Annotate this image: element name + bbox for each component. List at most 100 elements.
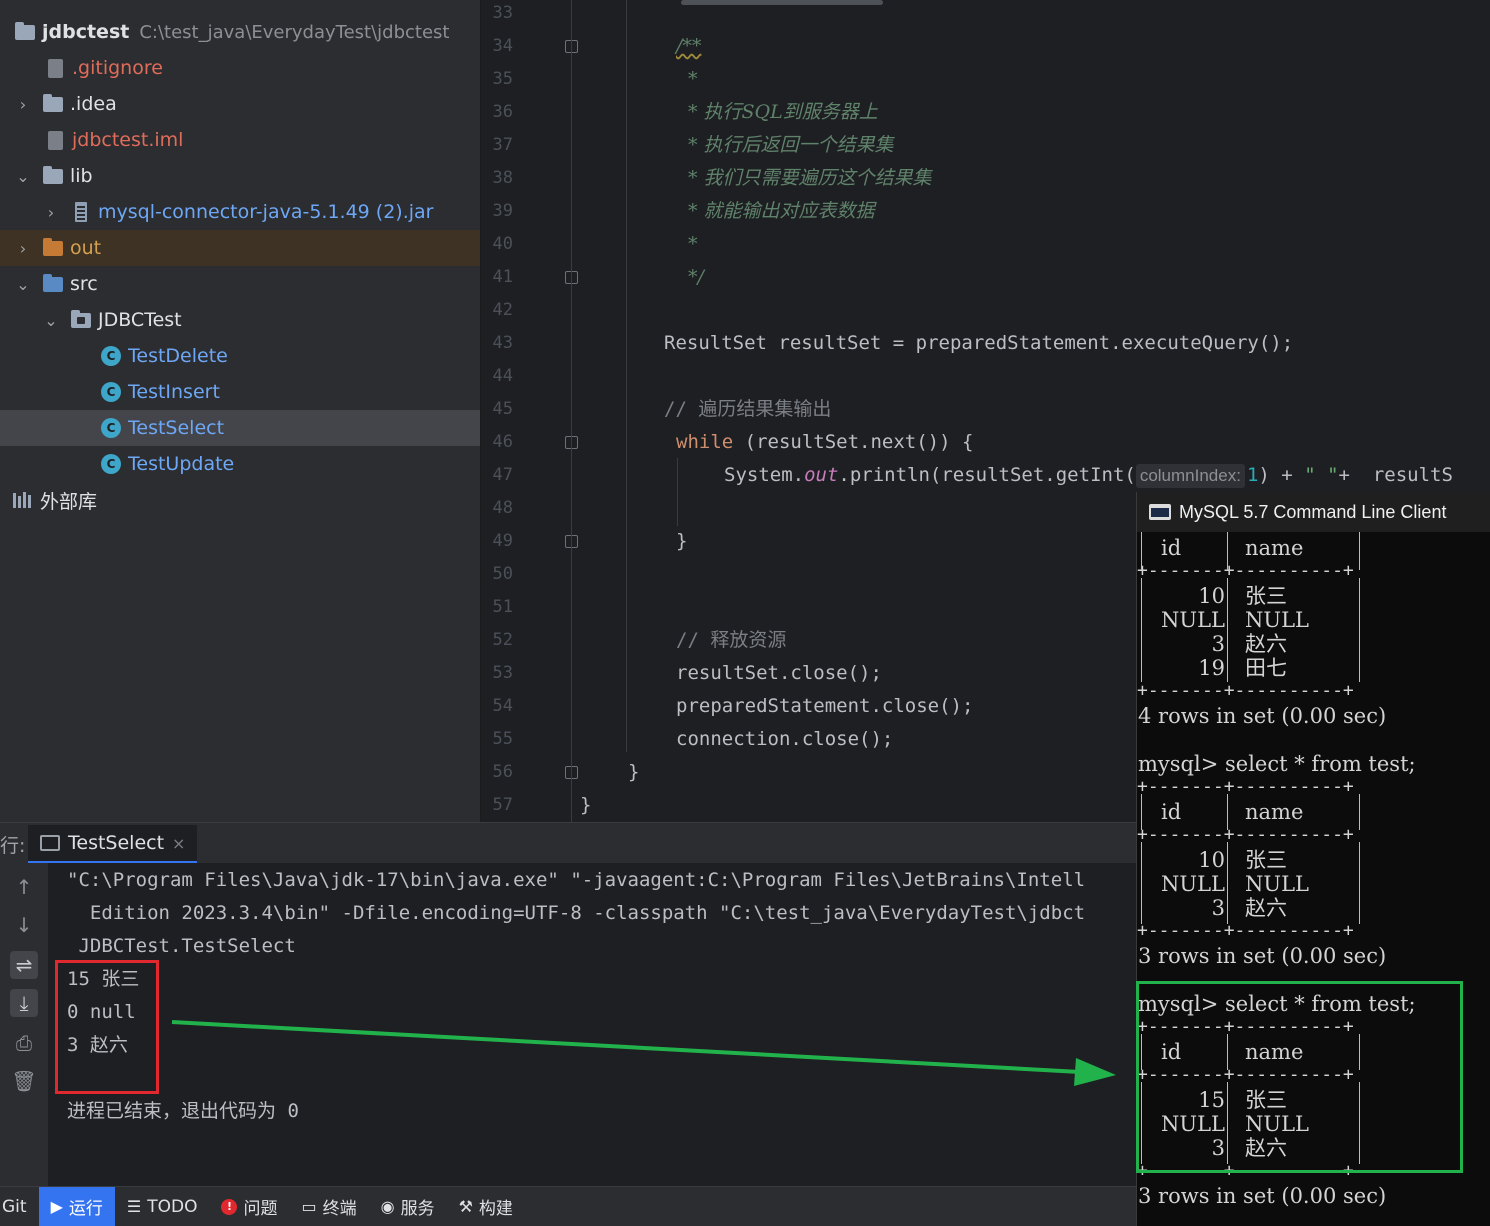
- indent-guide: [677, 458, 678, 526]
- tree-item-out[interactable]: › out: [0, 230, 480, 266]
- soft-wrap-icon[interactable]: ⇌: [10, 951, 38, 979]
- highlight-box-red: [55, 960, 159, 1094]
- tree-item-label: 外部库: [40, 490, 98, 513]
- chevron-down-icon[interactable]: ⌄: [14, 167, 32, 186]
- tree-project-root[interactable]: jdbctest C:\test_java\EverydayTest\jdbct…: [0, 14, 480, 50]
- code-line-41: */: [688, 266, 704, 288]
- table-border: +-------+----------+: [1137, 824, 1354, 845]
- tree-item-testselect[interactable]: C TestSelect: [0, 410, 480, 446]
- line-number: 38: [492, 168, 513, 188]
- tree-item-idea[interactable]: › .idea: [0, 86, 480, 122]
- console-line: Edition 2023.3.4\bin" -Dfile.encoding=UT…: [67, 902, 1086, 924]
- tree-item-testupdate[interactable]: C TestUpdate: [0, 446, 480, 482]
- table-border: +-------+----------+: [1137, 920, 1354, 941]
- tree-item-gitignore[interactable]: .gitignore: [0, 50, 480, 86]
- play-icon: ▶: [50, 1197, 63, 1216]
- trash-icon[interactable]: 🗑: [10, 1067, 38, 1095]
- cell-name: 赵六: [1245, 896, 1287, 920]
- project-path: C:\test_java\EverydayTest\jdbctest: [139, 21, 450, 43]
- console-exit-line: 进程已结束，退出代码为 0: [67, 1100, 299, 1122]
- line-number: 50: [492, 564, 513, 584]
- tree-item-package[interactable]: ⌄ JDBCTest: [0, 302, 480, 338]
- java-class-icon: C: [100, 418, 122, 438]
- horizontal-scrollbar[interactable]: [681, 0, 883, 5]
- line-number: 51: [492, 597, 513, 617]
- tree-item-label: TestDelete: [128, 345, 228, 367]
- tree-item-testinsert[interactable]: C TestInsert: [0, 374, 480, 410]
- excluded-folder-icon: [42, 237, 64, 258]
- folder-icon: [42, 93, 64, 114]
- column-header-id: id: [1161, 536, 1182, 560]
- window-title: MySQL 5.7 Command Line Client: [1179, 501, 1447, 522]
- tree-item-src[interactable]: ⌄ src: [0, 266, 480, 302]
- line-number: 44: [492, 366, 513, 386]
- list-icon: ☰: [126, 1197, 142, 1216]
- code-line-39: * 就能输出对应表数据: [688, 200, 875, 222]
- line-number: 54: [492, 696, 513, 716]
- tree-item-testdelete[interactable]: C TestDelete: [0, 338, 480, 374]
- package-icon: [70, 309, 92, 330]
- project-tree: jdbctest C:\test_java\EverydayTest\jdbct…: [0, 0, 480, 822]
- tree-item-label: JDBCTest: [98, 309, 182, 331]
- chevron-right-icon[interactable]: ›: [42, 203, 60, 222]
- line-number: 52: [492, 630, 513, 650]
- mysql-prompt-line: mysql> select * from test;: [1138, 752, 1416, 776]
- tree-item-external-libraries[interactable]: 外部库: [0, 482, 480, 518]
- code-line-38: * 我们只需要遍历这个结果集: [688, 167, 932, 189]
- line-number: 56: [492, 762, 513, 782]
- tree-item-label: lib: [70, 165, 93, 187]
- run-button[interactable]: ▶ 运行: [38, 1186, 115, 1226]
- code-line-40: *: [688, 233, 698, 255]
- tab-testselect[interactable]: TestSelect ×: [28, 825, 198, 863]
- tree-item-lib[interactable]: ⌄ lib: [0, 158, 480, 194]
- line-number: 49: [492, 531, 513, 551]
- source-folder-icon: [42, 273, 64, 294]
- code-line-35: *: [688, 68, 698, 90]
- chevron-down-icon[interactable]: ⌄: [14, 275, 32, 294]
- tree-item-label: .idea: [70, 93, 117, 115]
- folder-icon: [42, 165, 64, 186]
- services-icon: ◉: [380, 1197, 395, 1216]
- hammer-icon: ⚒: [458, 1197, 473, 1216]
- chevron-right-icon[interactable]: ›: [14, 95, 32, 114]
- git-button[interactable]: Git: [0, 1187, 39, 1226]
- table-border: +-------+----------+: [1137, 776, 1354, 797]
- tree-item-label: out: [70, 237, 102, 259]
- print-icon[interactable]: ⎙: [10, 1029, 38, 1057]
- module-folder-icon: [14, 21, 36, 42]
- terminal-button[interactable]: ▭ 终端: [289, 1187, 368, 1226]
- tree-item-label: jdbctest.iml: [72, 129, 184, 151]
- services-button[interactable]: ◉ 服务: [369, 1187, 447, 1226]
- scroll-to-end-icon[interactable]: ⤓: [10, 989, 38, 1017]
- line-number: 37: [492, 135, 513, 155]
- cell-name: NULL: [1245, 872, 1309, 896]
- terminal-icon: ▭: [301, 1197, 317, 1216]
- tree-item-label: mysql-connector-java-5.1.49 (2).jar: [98, 201, 434, 223]
- close-icon[interactable]: ×: [172, 834, 185, 853]
- down-arrow-icon[interactable]: ↓: [10, 911, 38, 939]
- tree-item-iml[interactable]: jdbctest.iml: [0, 122, 480, 158]
- mysql-titlebar[interactable]: MySQL 5.7 Command Line Client: [1137, 492, 1490, 532]
- problems-button[interactable]: ! 问题: [209, 1187, 289, 1226]
- java-class-icon: C: [100, 454, 122, 474]
- highlight-box-green: [1136, 981, 1463, 1173]
- java-class-icon: C: [100, 382, 122, 402]
- cell-name: 田七: [1245, 656, 1287, 680]
- build-button[interactable]: ⚒ 构建: [447, 1187, 525, 1226]
- line-number: 45: [492, 399, 513, 419]
- tree-item-jar[interactable]: › mysql-connector-java-5.1.49 (2).jar: [0, 194, 480, 230]
- code-line-56: }: [628, 761, 640, 783]
- line-number: 35: [492, 69, 513, 89]
- chevron-down-icon[interactable]: ⌄: [42, 311, 60, 330]
- console-icon: [40, 835, 60, 851]
- todo-button[interactable]: ☰ TODO: [115, 1187, 210, 1226]
- up-arrow-icon[interactable]: ↑: [10, 873, 38, 901]
- chevron-right-icon[interactable]: ›: [14, 239, 32, 258]
- tree-item-label: TestUpdate: [128, 453, 235, 475]
- parameter-hint: columnIndex:: [1135, 464, 1245, 488]
- jar-icon: [70, 202, 92, 222]
- line-number: 42: [492, 300, 513, 320]
- error-icon: !: [221, 1198, 238, 1215]
- console-line: "C:\Program Files\Java\jdk-17\bin\java.e…: [67, 869, 1086, 891]
- column-header-name: name: [1245, 536, 1304, 560]
